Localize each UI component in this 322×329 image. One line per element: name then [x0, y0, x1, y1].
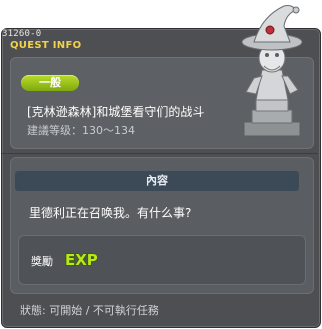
reward-box: [18, 235, 306, 285]
exp-icon: EXP: [64, 250, 98, 270]
category-badge: 一般: [21, 75, 79, 91]
exp-icon-text: EXP: [65, 251, 98, 269]
content-text: 里德利正在召唤我。有什么事?: [29, 206, 192, 220]
quest-level-requirement: 建議等级：130～134: [27, 124, 135, 137]
quest-id: 31260-0: [2, 29, 42, 39]
section-divider: [2, 153, 318, 154]
content-header: 內容: [15, 171, 299, 191]
window-title: QUEST INFO: [10, 40, 82, 51]
reward-label: 獎勵: [31, 255, 53, 268]
quest-name: [克林逊森林]和城堡看守们的战斗: [27, 105, 205, 119]
quest-status: 狀態: 可開始 / 不可執行任務: [20, 304, 159, 317]
statue-wizard-npc-icon: [241, 5, 303, 137]
